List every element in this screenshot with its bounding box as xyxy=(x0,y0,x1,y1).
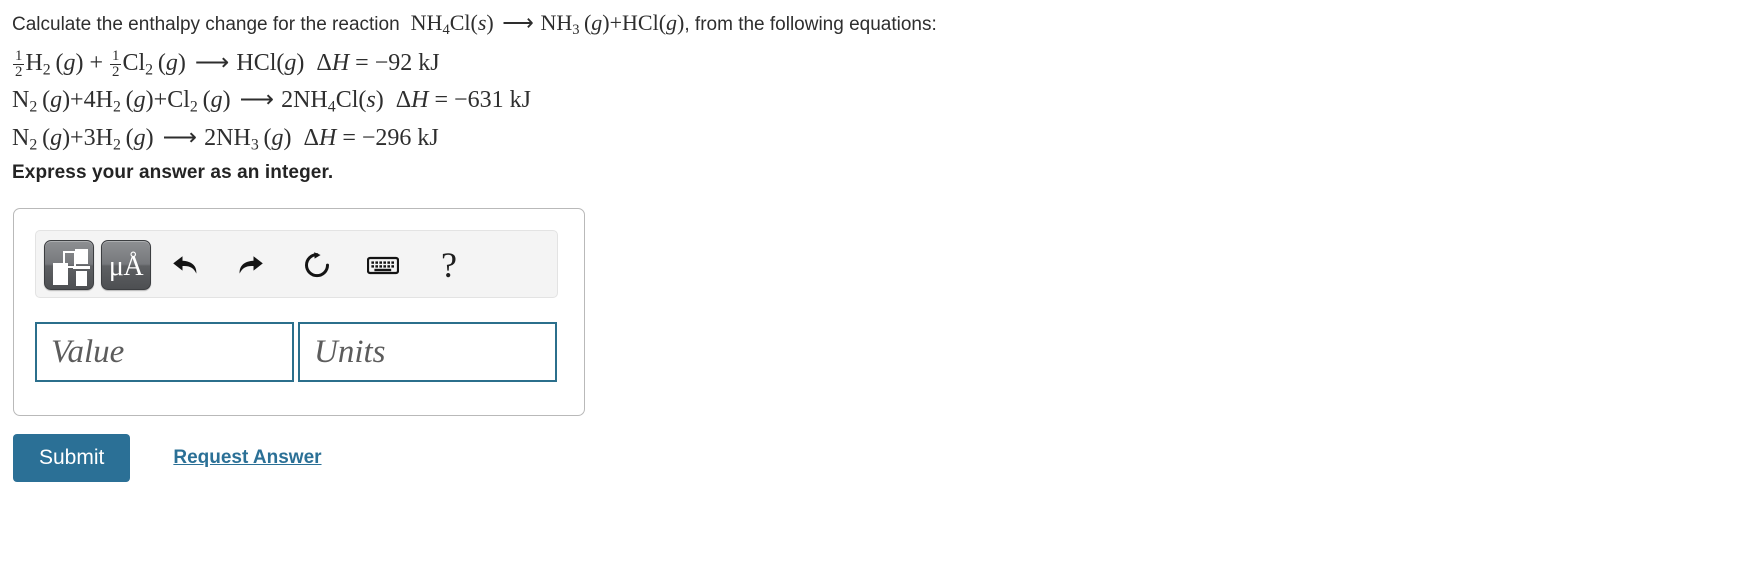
request-answer-link[interactable]: Request Answer xyxy=(173,447,321,469)
equation-2: N2 (g)+4H2 (g)+Cl2 (g) ⟶ 2NH4Cl(s) ΔH = … xyxy=(12,87,531,116)
template-button[interactable] xyxy=(44,240,94,290)
equation-1: 1 2 H2 (g) + 1 2 Cl2 (g) ⟶ HCl(g) ΔH = −92 k… xyxy=(13,48,440,81)
help-icon[interactable]: ? xyxy=(425,240,473,290)
template-icon xyxy=(45,241,93,289)
coefficient-half: 12 xyxy=(110,48,122,81)
equation-2-enthalpy: −631 kJ xyxy=(454,87,531,114)
units-button[interactable]: μÅ xyxy=(101,240,151,290)
equation-3: N2 (g)+3H2 (g) ⟶ 2NH3 (g) ΔH = −296 kJ xyxy=(12,125,439,154)
micro-angstrom-icon: μÅ xyxy=(108,250,144,282)
units-placeholder: Units xyxy=(314,333,386,370)
prompt-suffix: , from the following equations: xyxy=(684,14,937,35)
problem-prompt: Calculate the enthalpy change for the re… xyxy=(12,8,1432,45)
units-input[interactable]: Units xyxy=(298,322,557,382)
value-input[interactable]: Value xyxy=(35,322,294,382)
answer-instruction: Express your answer as an integer. xyxy=(12,162,334,183)
prompt-prefix: Calculate the enthalpy change for the re… xyxy=(12,14,400,35)
exercise-page: Calculate the enthalpy change for the re… xyxy=(0,0,1760,588)
undo-icon[interactable] xyxy=(161,240,209,290)
value-placeholder: Value xyxy=(51,333,125,370)
answer-fields: Value Units xyxy=(35,322,557,382)
keyboard-icon[interactable] xyxy=(359,240,407,290)
coefficient-half: 12 xyxy=(13,48,25,81)
answer-panel: μÅ ? Value Units xyxy=(13,208,585,416)
action-row: Submit Request Answer xyxy=(13,434,322,482)
equation-3-enthalpy: −296 kJ xyxy=(361,125,439,152)
equation-1-enthalpy: −92 kJ xyxy=(374,50,440,77)
submit-button[interactable]: Submit xyxy=(13,434,131,482)
help-icon-label: ? xyxy=(441,245,457,285)
answer-toolbar: μÅ ? xyxy=(35,230,558,298)
reset-icon[interactable] xyxy=(293,240,341,290)
prompt-reaction: NH4Cl(s) ⟶ NH3 (g)+HCl(g) xyxy=(410,10,685,39)
problem-statement: Calculate the enthalpy change for the re… xyxy=(12,8,1432,157)
redo-icon[interactable] xyxy=(227,240,275,290)
